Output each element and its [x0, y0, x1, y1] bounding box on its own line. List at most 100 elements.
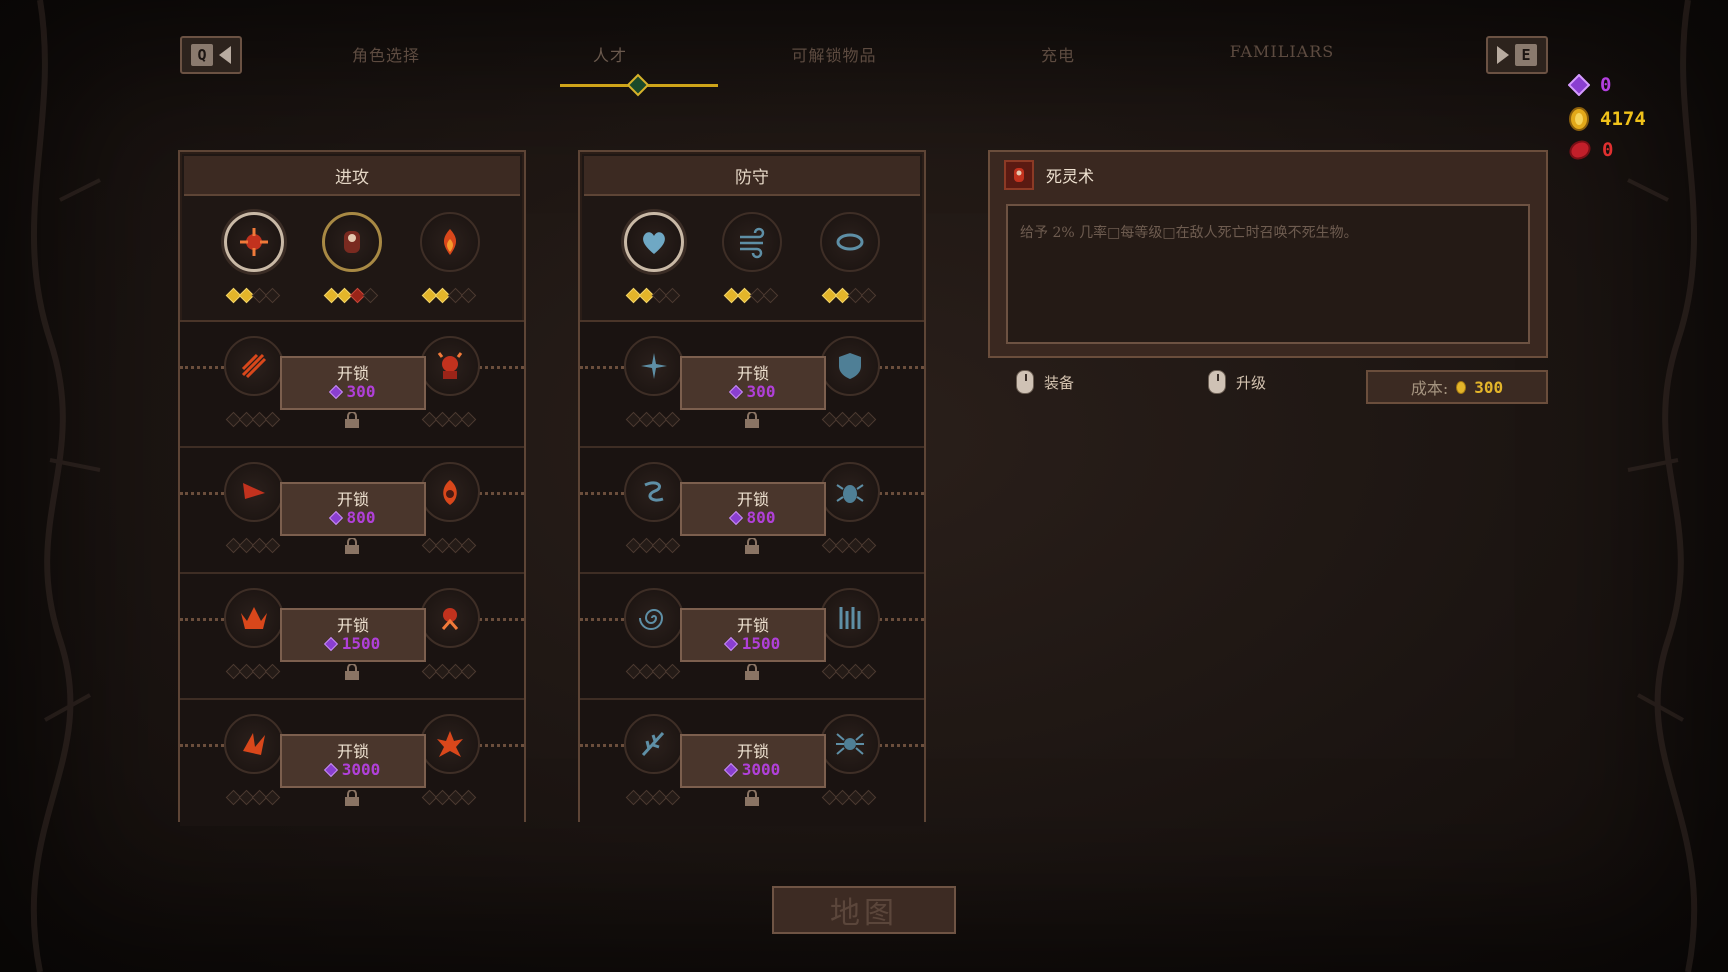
talent-node-locked[interactable]	[420, 336, 480, 396]
talent-rank-pips	[821, 537, 877, 554]
talent-rank-pips	[421, 537, 477, 554]
offense-panel-title: 进攻	[184, 156, 520, 196]
unlock-label: 开锁	[336, 490, 369, 509]
talent-rank-pips	[421, 287, 477, 304]
map-button[interactable]: 地图	[772, 886, 956, 934]
unlock-cost: 3000	[323, 761, 380, 779]
talent-node-locked[interactable]	[820, 336, 880, 396]
unlock-tier-button[interactable]: 开锁 1500	[280, 608, 426, 662]
talent-rank-pips	[225, 411, 281, 428]
talent-detail-panel: 死灵术 给予 2% 几率□每等级□在敌人死亡时召唤不死生物。	[988, 150, 1548, 358]
talent-node-locked[interactable]	[820, 588, 880, 648]
talent-node-locked[interactable]	[420, 714, 480, 774]
shield-icon	[839, 353, 861, 379]
unlock-tier-button[interactable]: 开锁 1500	[680, 608, 826, 662]
imp-icon	[441, 608, 459, 630]
talent-node-defense-3[interactable]	[820, 212, 880, 272]
talent-rank-pips	[821, 663, 877, 680]
tab-charge[interactable]: 充电	[948, 42, 1168, 66]
talent-node-locked[interactable]	[624, 462, 684, 522]
talent-node-offense-3[interactable]	[420, 212, 480, 272]
unlock-cost: 800	[328, 508, 376, 527]
equip-button[interactable]: 装备	[1016, 370, 1074, 394]
sparkle-icon	[641, 353, 667, 379]
talent-node-offense-1[interactable]	[224, 212, 284, 272]
talent-node-locked[interactable]	[624, 588, 684, 648]
talent-rank-pips	[225, 537, 281, 554]
necromancer-icon	[1004, 160, 1034, 190]
defense-panel-title: 防守	[584, 156, 920, 196]
talent-rank-pips	[625, 287, 681, 304]
claw-slash-icon	[241, 353, 267, 379]
active-tab-marker-icon	[626, 73, 650, 97]
offense-tier-4: 开锁 3000	[180, 700, 524, 826]
talent-node-locked[interactable]	[624, 714, 684, 774]
unlock-tier-button[interactable]: 开锁 300	[280, 356, 426, 410]
unlock-cost-value: 300	[346, 382, 376, 401]
upgrade-button[interactable]: 升级	[1208, 370, 1266, 394]
arrow-left-icon	[219, 46, 231, 64]
unlock-label: 开锁	[736, 364, 769, 383]
unlock-label: 开锁	[736, 742, 769, 761]
cost-value: 300	[1474, 377, 1504, 397]
offense-tier-3: 开锁 1500	[180, 574, 524, 700]
tab-familiars[interactable]: FAMILIARS	[1172, 42, 1392, 61]
gem-icon	[323, 636, 338, 652]
next-tab-button[interactable]: E	[1486, 36, 1548, 74]
fire-icon	[443, 229, 457, 255]
lock-icon	[345, 664, 359, 680]
talent-rank-pips	[225, 287, 281, 304]
q-key-icon: Q	[191, 44, 213, 66]
talent-node-locked[interactable]	[420, 462, 480, 522]
talent-node-locked[interactable]	[420, 588, 480, 648]
unlock-tier-button[interactable]: 开锁 300	[680, 356, 826, 410]
talent-node-locked[interactable]	[224, 714, 284, 774]
unlock-label: 开锁	[336, 742, 369, 761]
lock-icon	[345, 790, 359, 806]
talent-node-locked[interactable]	[224, 588, 284, 648]
fire-burst-icon	[437, 731, 463, 757]
talent-rank-pips	[625, 537, 681, 554]
spider-icon	[836, 733, 864, 755]
unlock-tier-button[interactable]: 开锁 3000	[680, 734, 826, 788]
tab-character-select[interactable]: 角色选择	[276, 42, 496, 66]
talent-node-defense-1[interactable]	[624, 212, 684, 272]
phoenix-icon	[241, 607, 267, 629]
prev-tab-button[interactable]: Q	[180, 36, 242, 74]
unlock-cost: 3000	[723, 761, 780, 779]
unlock-cost: 1500	[323, 634, 381, 653]
lock-icon	[745, 790, 759, 806]
unlock-cost-value: 800	[346, 508, 376, 527]
unlock-tier-button[interactable]: 开锁 800	[280, 482, 426, 536]
talent-rank-pips	[723, 287, 779, 304]
unlock-cost: 300	[328, 382, 376, 401]
defense-tier-3: 开锁 1500	[580, 574, 924, 700]
tab-unlockables[interactable]: 可解锁物品	[724, 42, 944, 66]
gold-count: 4174	[1600, 108, 1646, 130]
blood-currency: 0	[1568, 139, 1613, 161]
talent-node-locked[interactable]	[224, 336, 284, 396]
talent-detail-title: 死灵术	[1046, 167, 1095, 186]
talent-detail-header: 死灵术	[990, 152, 1546, 198]
talent-node-defense-2[interactable]	[722, 212, 782, 272]
talent-node-locked[interactable]	[224, 462, 284, 522]
mouse-right-click-icon	[1208, 370, 1227, 394]
unlock-cost-value: 1500	[341, 634, 381, 653]
talent-node-locked[interactable]	[820, 714, 880, 774]
gem-icon	[328, 384, 343, 400]
flame-hood-icon	[443, 480, 457, 505]
talent-node-offense-2[interactable]	[322, 212, 382, 272]
unlock-tier-button[interactable]: 开锁 800	[680, 482, 826, 536]
unlock-cost-value: 800	[746, 508, 776, 527]
unlock-tier-button[interactable]: 开锁 3000	[280, 734, 426, 788]
defense-panel: 防守 开锁 300 开锁 800 开锁 1500 开锁 3000	[578, 150, 926, 826]
burning-claw-icon	[243, 733, 265, 755]
talent-rank-pips	[225, 663, 281, 680]
unlock-cost-value: 300	[746, 382, 776, 401]
equip-label: 装备	[1044, 373, 1075, 392]
talent-node-locked[interactable]	[624, 336, 684, 396]
talent-rank-pips	[323, 287, 379, 304]
offense-tier-1: 开锁 300	[180, 322, 524, 448]
tab-talents[interactable]: 人才	[500, 42, 720, 66]
talent-node-locked[interactable]	[820, 462, 880, 522]
